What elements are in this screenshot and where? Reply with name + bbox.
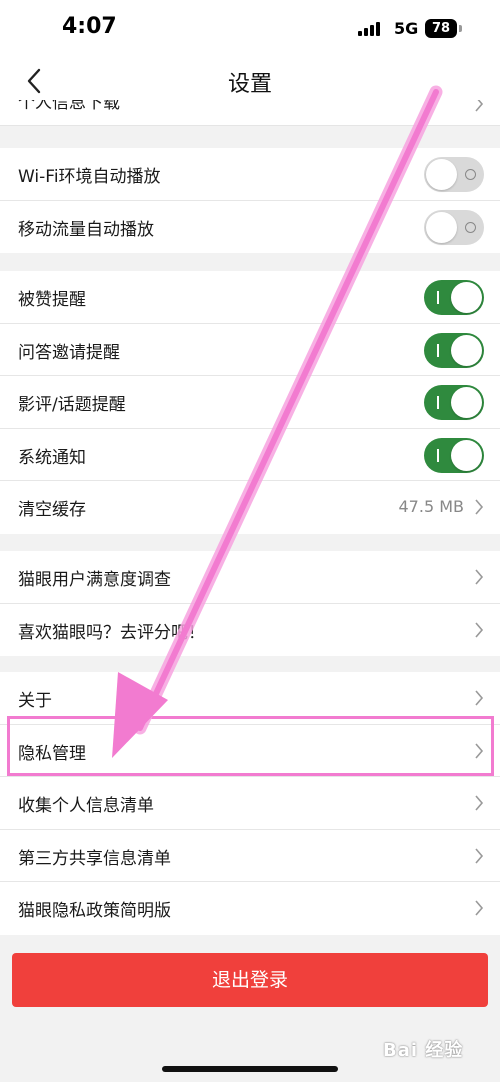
- qa-invite-notify-toggle[interactable]: [424, 332, 484, 368]
- row-label: 关于: [18, 691, 52, 711]
- network-type: 5G: [394, 19, 419, 38]
- chevron-right-icon: [475, 569, 484, 585]
- like-notify-toggle[interactable]: [424, 280, 484, 315]
- mobile-autoplay-toggle[interactable]: [424, 209, 484, 245]
- chevron-right-icon: [475, 900, 484, 916]
- row-label: 问答邀请提醒: [18, 342, 120, 363]
- chevron-right-icon: [475, 690, 484, 706]
- privacy-management-row[interactable]: 隐私管理: [0, 725, 500, 777]
- review-topic-notify-row: 影评/话题提醒: [0, 376, 500, 429]
- row-label: 喜欢猫眼吗？去评分吧！: [18, 622, 205, 643]
- privacy-policy-summary-row[interactable]: 猫眼隐私政策简明版: [0, 882, 500, 935]
- autoplay-group: Wi-Fi环境自动播放 移动流量自动播放: [0, 148, 500, 253]
- chevron-right-icon: [475, 621, 484, 638]
- personal-info-list-row[interactable]: 收集个人信息清单: [0, 777, 500, 830]
- row-label: Wi-Fi环境自动播放: [18, 167, 161, 187]
- chevron-right-icon: [475, 100, 484, 112]
- row-label: 清空缓存: [18, 500, 86, 520]
- cache-size: 47.5 MB: [398, 497, 465, 516]
- row-label: 隐私管理: [18, 743, 86, 764]
- signal-icon: [358, 22, 386, 36]
- row-label: 猫眼用户满意度调查: [18, 570, 171, 590]
- page-title: 设置: [227, 72, 272, 97]
- battery-tip: [459, 25, 462, 32]
- like-notify-row: 被赞提醒: [0, 271, 500, 324]
- row-label: 收集个人信息清单: [18, 796, 154, 816]
- row-label: 影评/话题提醒: [18, 395, 126, 415]
- mobile-autoplay-row: 移动流量自动播放: [0, 201, 500, 254]
- battery-icon: 78: [425, 19, 457, 38]
- about-row[interactable]: 关于: [0, 672, 500, 725]
- row-label: 个人信息下载: [18, 100, 120, 113]
- chevron-right-icon: [475, 499, 484, 515]
- chevron-right-icon: [475, 742, 484, 759]
- watermark: Bai 经验: [383, 1040, 464, 1061]
- review-topic-notify-toggle[interactable]: [424, 385, 484, 420]
- qa-invite-notify-row: 问答邀请提醒: [0, 324, 500, 376]
- about-group: 关于 隐私管理 收集个人信息清单 第三方共享信息清单 猫眼隐私政策简明版: [0, 672, 500, 935]
- status-bar: 4:07 5G 78: [0, 0, 500, 56]
- system-notify-row: 系统通知: [0, 429, 500, 481]
- row-label: 第三方共享信息清单: [18, 848, 171, 869]
- system-notify-toggle[interactable]: [424, 437, 484, 473]
- row-label: 猫眼隐私政策简明版: [18, 901, 171, 921]
- logout-button[interactable]: 退出登录: [12, 953, 488, 1007]
- rate-app-row[interactable]: 喜欢猫眼吗？去评分吧！: [0, 604, 500, 657]
- wifi-autoplay-toggle[interactable]: [424, 157, 484, 192]
- satisfaction-survey-row[interactable]: 猫眼用户满意度调查: [0, 551, 500, 604]
- row-label: 被赞提醒: [18, 290, 86, 310]
- home-indicator: [162, 1066, 338, 1072]
- notification-group: 被赞提醒 问答邀请提醒 影评/话题提醒 系统通知 清空缓存 47.5 MB: [0, 271, 500, 534]
- wifi-autoplay-row: Wi-Fi环境自动播放: [0, 148, 500, 201]
- list-item[interactable]: 个人信息下载: [0, 100, 500, 126]
- row-label: 系统通知: [18, 447, 86, 468]
- status-time: 4:07: [62, 14, 117, 39]
- feedback-group: 猫眼用户满意度调查 喜欢猫眼吗？去评分吧！: [0, 551, 500, 656]
- chevron-right-icon: [475, 847, 484, 864]
- third-party-sharing-row[interactable]: 第三方共享信息清单: [0, 830, 500, 882]
- chevron-right-icon: [475, 795, 484, 811]
- clear-cache-row[interactable]: 清空缓存 47.5 MB: [0, 481, 500, 534]
- row-label: 移动流量自动播放: [18, 219, 154, 240]
